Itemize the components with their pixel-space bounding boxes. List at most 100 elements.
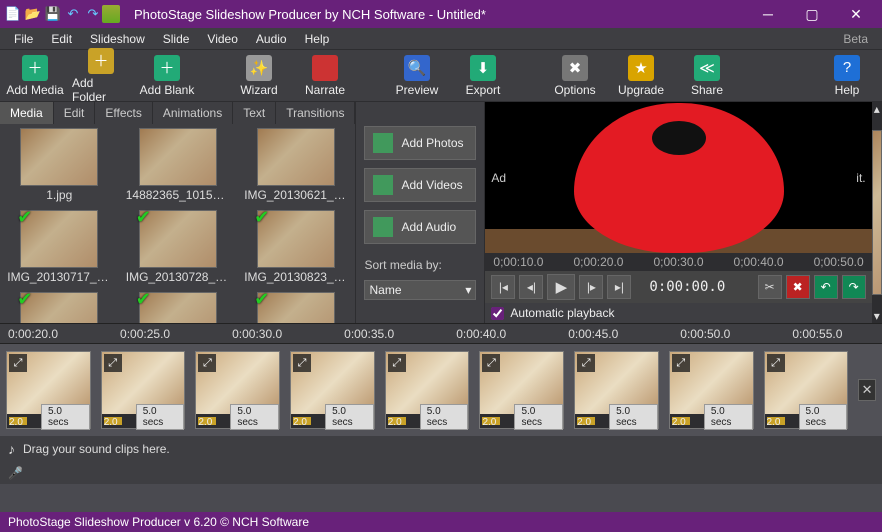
clip-duration[interactable]: 5.0 secs: [420, 404, 469, 430]
cut-button[interactable]: ✂: [758, 275, 782, 299]
tab-media[interactable]: Media: [0, 102, 54, 124]
tab-text[interactable]: Text: [233, 102, 276, 124]
media-item[interactable]: ✔IMG_20130910_20...: [6, 292, 112, 323]
add-videos-button[interactable]: Add Videos: [364, 168, 476, 202]
upgrade-button[interactable]: ★Upgrade: [612, 55, 670, 97]
media-item[interactable]: 1.jpg: [6, 128, 112, 202]
expand-icon[interactable]: ⤢: [482, 354, 500, 372]
clip-duration[interactable]: 5.0 secs: [799, 404, 848, 430]
undo-button[interactable]: ↶: [814, 275, 838, 299]
timeline-tick: 0:00:20.0: [8, 327, 58, 341]
timeline-clip[interactable]: ⤢ 2.0 5.0 secs: [385, 351, 470, 429]
clip-sub: 2.0: [388, 417, 402, 428]
menu-slideshow[interactable]: Slideshow: [82, 30, 153, 48]
narrate-button[interactable]: Narrate: [296, 55, 354, 97]
timeline-clip[interactable]: ⤢2.05.0 secs: [6, 351, 91, 429]
tab-transitions[interactable]: Transitions: [276, 102, 355, 124]
timeline-tick: 0:00:55.0: [792, 327, 842, 341]
expand-icon[interactable]: ⤢: [198, 354, 216, 372]
delete-clip-button[interactable]: ✕: [858, 379, 876, 401]
timeline-clip[interactable]: ⤢2.05.0 secs: [195, 351, 280, 429]
media-item[interactable]: ✔IMG_20130917_17...: [243, 292, 349, 323]
preview-video[interactable]: Ad it.: [485, 102, 871, 253]
next-button[interactable]: |▸: [579, 275, 603, 299]
expand-icon[interactable]: ⤢: [9, 354, 27, 372]
close-button[interactable]: ✕: [834, 0, 878, 28]
menu-edit[interactable]: Edit: [43, 30, 80, 48]
clip-duration[interactable]: 5.0 secs: [136, 404, 185, 430]
minimize-button[interactable]: ─: [746, 0, 790, 28]
timeline-clip[interactable]: ⤢2.05.0 secs: [669, 351, 754, 429]
sound-track[interactable]: ♪ Drag your sound clips here.: [0, 436, 882, 462]
wizard-button[interactable]: ✨Wizard: [230, 55, 288, 97]
narration-track[interactable]: 🎤: [0, 462, 882, 484]
preview-ruler: 0;00:10.00;00:20.00;00:30.00;00:40.00;00…: [485, 253, 871, 271]
timeline-clip[interactable]: ⤢2.05.0 secs: [764, 351, 849, 429]
clip-duration[interactable]: 5.0 secs: [325, 404, 374, 430]
menu-video[interactable]: Video: [199, 30, 245, 48]
scrollbar-vertical[interactable]: ▴▾: [872, 102, 882, 323]
tab-effects[interactable]: Effects: [95, 102, 152, 124]
tab-animations[interactable]: Animations: [153, 102, 233, 124]
menu-help[interactable]: Help: [297, 30, 338, 48]
delete-button[interactable]: ✖: [786, 275, 810, 299]
expand-icon[interactable]: ⤢: [104, 354, 122, 372]
media-item[interactable]: ✔IMG_20130717_23...: [6, 210, 112, 284]
timeline-clip[interactable]: ⤢2.05.0 secs: [101, 351, 186, 429]
expand-icon[interactable]: ⤢: [672, 354, 690, 372]
redo-icon[interactable]: ↷: [84, 5, 102, 23]
new-icon[interactable]: 📄: [4, 5, 22, 23]
save-icon[interactable]: 💾: [44, 5, 62, 23]
export-button[interactable]: ⬇Export: [454, 55, 512, 97]
expand-icon[interactable]: ⤢: [293, 354, 311, 372]
expand-icon[interactable]: ⤢: [388, 354, 406, 372]
menu-audio[interactable]: Audio: [248, 30, 295, 48]
clip-duration[interactable]: 5.0 secs: [609, 404, 658, 430]
share-icon: ≪: [694, 55, 720, 81]
play-button[interactable]: ▶: [547, 274, 575, 300]
preview-button[interactable]: 🔍Preview: [388, 55, 446, 97]
maximize-button[interactable]: ▢: [790, 0, 834, 28]
go-end-button[interactable]: ▸|: [607, 275, 631, 299]
add-blank-label: Add Blank: [140, 83, 195, 97]
sort-select[interactable]: Name▾: [364, 280, 476, 300]
undo-icon[interactable]: ↶: [64, 5, 82, 23]
timeline-clip[interactable]: ⤢2.05.0 secs: [574, 351, 659, 429]
expand-icon[interactable]: ⤢: [767, 354, 785, 372]
timeline-clip[interactable]: ⤢2.05.0 secs: [290, 351, 375, 429]
ruler-tick: 0;00:10.0: [493, 255, 543, 269]
add-media-label: Add Media: [6, 83, 63, 97]
media-item[interactable]: IMG_20130621_01...: [243, 128, 349, 202]
tab-edit[interactable]: Edit: [54, 102, 96, 124]
add-folder-button[interactable]: ＋Add Folder: [72, 48, 130, 104]
timeline-clip[interactable]: ⤢2.05.0 secs: [479, 351, 564, 429]
menu-file[interactable]: File: [6, 30, 41, 48]
media-item[interactable]: ✔IMG_20130728_00...: [124, 210, 231, 284]
menu-slide[interactable]: Slide: [155, 30, 198, 48]
autoplay-checkbox[interactable]: [491, 307, 504, 320]
clip-duration[interactable]: 5.0 secs: [514, 404, 563, 430]
expand-icon[interactable]: ⤢: [577, 354, 595, 372]
share-button[interactable]: ≪Share: [678, 55, 736, 97]
clip-duration[interactable]: 5.0 secs: [704, 404, 753, 430]
media-item[interactable]: 14882365_101547...: [124, 128, 231, 202]
media-item[interactable]: ✔IMG_20130823_16...: [243, 210, 349, 284]
timeline-track[interactable]: ⤢2.05.0 secs⤢2.05.0 secs⤢2.05.0 secs⤢2.0…: [0, 344, 882, 436]
add-photos-button[interactable]: Add Photos: [364, 126, 476, 160]
options-button[interactable]: ✖Options: [546, 55, 604, 97]
clip-duration[interactable]: 5.0 secs: [41, 404, 90, 430]
prev-button[interactable]: ◂|: [519, 275, 543, 299]
timeline-ruler[interactable]: 0:00:20.00:00:25.00:00:30.00:00:35.00:00…: [0, 324, 882, 344]
media-item[interactable]: ✔IMG_20130915_10...: [124, 292, 231, 323]
used-check-icon: ✔: [136, 289, 151, 310]
go-start-button[interactable]: |◂: [491, 275, 515, 299]
clip-duration[interactable]: 5.0 secs: [230, 404, 279, 430]
add-blank-button[interactable]: ＋Add Blank: [138, 55, 196, 97]
add-media-button[interactable]: ＋Add Media: [6, 55, 64, 97]
add-audio-button[interactable]: Add Audio: [364, 210, 476, 244]
photos-icon: [373, 133, 393, 153]
open-icon[interactable]: 📂: [24, 5, 42, 23]
redo-button[interactable]: ↷: [842, 275, 866, 299]
toolbar: ＋Add Media ＋Add Folder ＋Add Blank ✨Wizar…: [0, 50, 882, 102]
help-button[interactable]: ?Help: [818, 55, 876, 97]
